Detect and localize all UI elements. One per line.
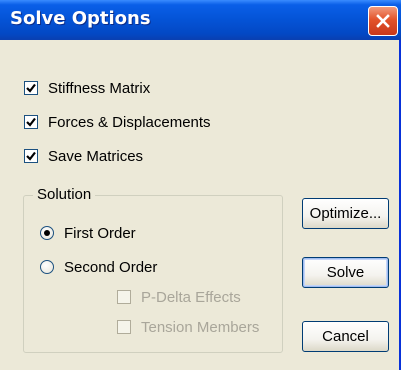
solve-button[interactable]: Solve [302, 257, 389, 288]
title-bar[interactable]: Solve Options [0, 0, 401, 40]
close-icon [376, 14, 390, 28]
tension-members-label: Tension Members [141, 318, 260, 336]
stiffness-matrix-option[interactable]: Stiffness Matrix [24, 77, 150, 99]
forces-displacements-label: Forces & Displacements [48, 113, 211, 131]
save-matrices-label: Save Matrices [48, 147, 144, 165]
solution-group-label: Solution [33, 186, 96, 203]
forces-displacements-option[interactable]: Forces & Displacements [24, 111, 211, 133]
checkmark-icon [26, 83, 36, 93]
solve-options-dialog: Solve Options Stiffness Matrix Forces & … [0, 0, 401, 370]
second-order-option[interactable]: Second Order [40, 256, 157, 278]
p-delta-effects-checkbox[interactable] [117, 290, 131, 304]
first-order-option[interactable]: First Order [40, 222, 136, 244]
first-order-label: First Order [64, 224, 136, 242]
second-order-radio[interactable] [40, 260, 54, 274]
tension-members-checkbox[interactable] [117, 320, 131, 334]
p-delta-effects-option[interactable]: P-Delta Effects [117, 286, 241, 308]
p-delta-effects-label: P-Delta Effects [141, 288, 241, 306]
optimize-button[interactable]: Optimize... [302, 198, 389, 229]
stiffness-matrix-label: Stiffness Matrix [48, 79, 151, 97]
first-order-radio[interactable] [40, 226, 54, 240]
close-button[interactable] [368, 6, 398, 36]
forces-displacements-checkbox[interactable] [24, 115, 38, 129]
tension-members-option[interactable]: Tension Members [117, 316, 259, 338]
second-order-label: Second Order [64, 258, 158, 276]
save-matrices-option[interactable]: Save Matrices [24, 145, 143, 167]
cancel-button[interactable]: Cancel [302, 321, 389, 352]
checkmark-icon [26, 117, 36, 127]
save-matrices-checkbox[interactable] [24, 149, 38, 163]
window-title: Solve Options [10, 8, 151, 29]
stiffness-matrix-checkbox[interactable] [24, 81, 38, 95]
checkmark-icon [26, 151, 36, 161]
